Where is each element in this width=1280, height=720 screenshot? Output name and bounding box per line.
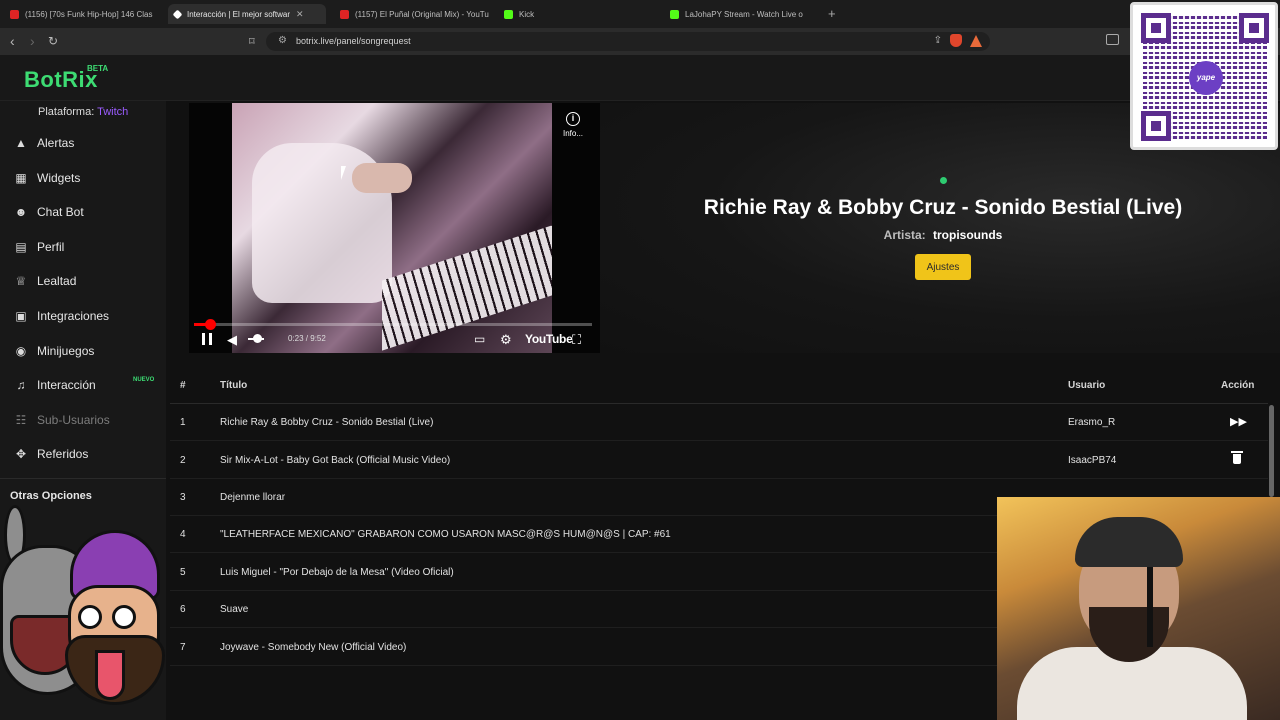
address-bar[interactable]: ⌑ ⚙ botrix.live/panel/songrequest ⇪ <box>249 32 990 51</box>
new-badge: NUEVO <box>133 377 155 383</box>
now-playing-artist: Artista: tropisounds <box>883 228 1003 242</box>
sidebar-item-sub-usuarios[interactable]: ☷ Sub-Usuarios <box>0 406 166 434</box>
sidebar-divider <box>0 478 166 479</box>
browser-tab-1[interactable]: (1156) [70s Funk Hip-Hop] 146 Clas <box>4 4 160 24</box>
video-frame[interactable] <box>232 103 552 353</box>
yape-logo-icon: yape <box>1189 61 1223 95</box>
botrix-favicon-icon <box>172 9 183 19</box>
subtitles-icon[interactable]: ▭ <box>474 332 485 346</box>
glasses-left <box>78 605 102 629</box>
table-header: # Título Usuario Acción <box>170 368 1268 404</box>
video-info-button[interactable]: i Info... <box>563 112 583 138</box>
sidebar-item-integraciones[interactable]: ▣ Integraciones <box>0 302 166 330</box>
browser-toolbar: ‹ › ↻ ⌑ ⚙ botrix.live/panel/songrequest … <box>0 28 1280 55</box>
video-hands <box>352 163 412 193</box>
sidebar-item-perfil[interactable]: ▤ Perfil <box>0 233 166 261</box>
trash-icon[interactable] <box>1231 451 1243 464</box>
sidebar-item-lealtad[interactable]: ♕ Lealtad <box>0 267 166 295</box>
webcam-cap <box>1075 517 1183 567</box>
browser-tab-2[interactable]: Interacción | El mejor softwar ✕ <box>168 4 326 24</box>
qr-finder-bl <box>1141 111 1171 141</box>
sidebar-item-minijuegos[interactable]: ◉ Minijuegos <box>0 337 166 365</box>
table-row[interactable]: 2 Sir Mix-A-Lot - Baby Got Back (Officia… <box>170 442 1268 479</box>
kick-favicon-icon <box>670 9 679 19</box>
kick-favicon-icon <box>504 9 513 19</box>
browser-tab-5[interactable]: LaJohaPY Stream - Watch Live o <box>664 4 820 24</box>
sidebar-item-chat-bot[interactable]: ☻ Chat Bot <box>0 198 166 226</box>
video-time: 0:23 / 9:52 <box>288 334 326 343</box>
reload-icon[interactable]: ↻ <box>48 34 58 48</box>
glasses-right <box>112 605 136 629</box>
video-progress-knob[interactable] <box>204 319 216 330</box>
back-icon[interactable]: ‹ <box>10 33 15 49</box>
browser-tab-3[interactable]: (1157) El Puñal (Original Mix) - YouTu <box>334 4 490 24</box>
share-icon[interactable]: ⇪ <box>934 35 942 46</box>
qr-finder-tr <box>1239 13 1269 43</box>
stream-mascot-overlay <box>0 505 180 720</box>
volume-knob[interactable] <box>253 334 262 343</box>
volume-icon[interactable]: ◀ <box>227 332 237 348</box>
webcam-mic-arm <box>1147 567 1153 647</box>
info-icon: i <box>566 112 580 126</box>
other-options-heading[interactable]: Otras Opciones <box>10 490 92 502</box>
users-icon: ☷ <box>15 413 27 427</box>
mouse-cursor-icon <box>341 166 346 180</box>
plug-icon: ▣ <box>15 309 27 323</box>
settings-gear-icon[interactable]: ⚙ <box>500 332 512 348</box>
yape-qr-code: yape <box>1130 2 1278 150</box>
sidebar-item-interaccion[interactable]: ♫ Interacción NUEVO <box>0 371 166 399</box>
site-settings-icon[interactable]: ⚙ <box>278 35 287 46</box>
youtube-player[interactable] <box>189 103 601 353</box>
cartoon-tongue <box>95 650 125 700</box>
pause-icon[interactable] <box>202 333 212 345</box>
new-tab-icon[interactable]: + <box>828 6 836 21</box>
platform-value[interactable]: Twitch <box>97 106 128 118</box>
sidebar-item-referidos[interactable]: ✥ Referidos <box>0 440 166 468</box>
streamer-webcam <box>997 497 1280 720</box>
robot-icon: ☻ <box>14 205 28 219</box>
sidebar-toggle-icon[interactable] <box>1106 34 1119 45</box>
music-icon: ♫ <box>16 378 26 392</box>
browser-tab-bar: (1156) [70s Funk Hip-Hop] 146 Clas Inter… <box>0 0 1280 28</box>
settings-button[interactable]: Ajustes <box>915 254 971 280</box>
forward-icon[interactable]: › <box>30 33 35 49</box>
table-scrollbar[interactable] <box>1269 405 1274 497</box>
beta-badge: BETA <box>87 64 109 73</box>
live-status-dot <box>940 177 947 184</box>
youtube-favicon-icon <box>340 9 349 19</box>
brave-rewards-icon[interactable] <box>970 34 982 47</box>
sidebar-item-widgets[interactable]: ▦ Widgets <box>0 164 166 192</box>
gamepad-icon: ◉ <box>15 344 27 358</box>
trophy-icon: ♕ <box>15 274 27 288</box>
youtube-favicon-icon <box>10 9 19 19</box>
sidebar-item-alertas[interactable]: ▲ Alertas <box>0 129 166 157</box>
browser-tab-4[interactable]: Kick <box>498 4 658 24</box>
youtube-logo[interactable]: YouTube <box>525 332 573 346</box>
skip-forward-icon[interactable]: ▶▶ <box>1230 415 1247 428</box>
bookmark-icon[interactable]: ⌑ <box>249 35 255 48</box>
handshake-icon: ✥ <box>15 447 27 461</box>
now-playing-title: Richie Ray & Bobby Cruz - Sonido Bestial… <box>703 196 1183 219</box>
qr-finder-tl <box>1141 13 1171 43</box>
brave-shield-icon[interactable] <box>950 34 962 47</box>
close-tab-icon[interactable]: ✕ <box>296 9 304 20</box>
app-header: BotRix BETA <box>0 55 1280 101</box>
warning-icon: ▲ <box>15 136 27 150</box>
platform-indicator: Plataforma: Twitch <box>38 106 129 118</box>
fullscreen-icon[interactable]: ⛶ <box>572 332 581 348</box>
id-card-icon: ▤ <box>15 240 27 254</box>
video-progress-bar[interactable] <box>194 319 592 330</box>
grid-icon: ▦ <box>15 171 27 185</box>
table-row[interactable]: 1 Richie Ray & Bobby Cruz - Sonido Besti… <box>170 404 1268 441</box>
